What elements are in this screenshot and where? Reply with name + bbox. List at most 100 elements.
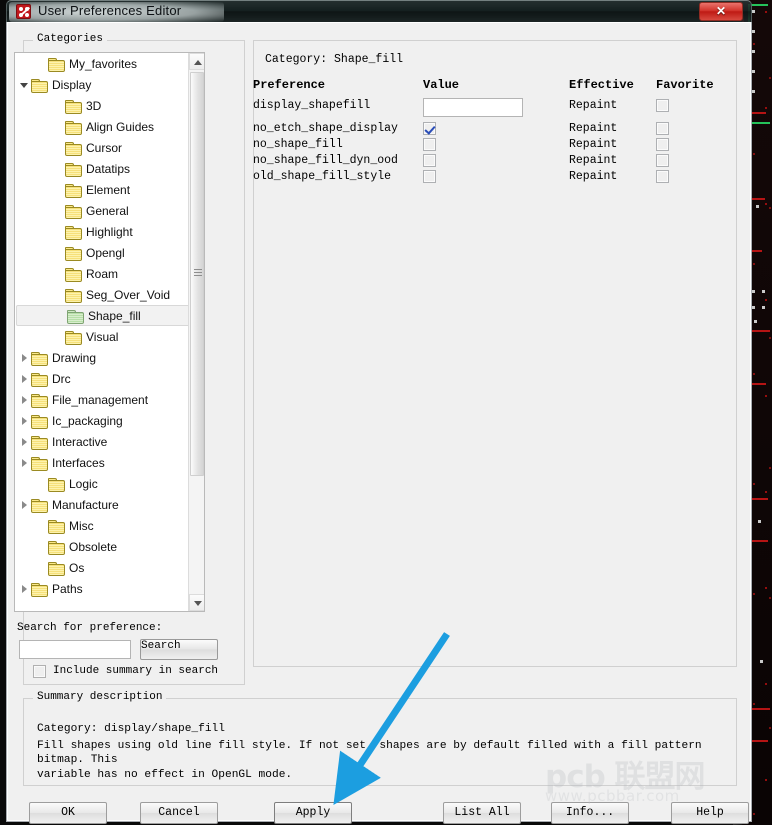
- search-label: Search for preference:: [17, 622, 163, 634]
- favorite-checkbox[interactable]: [656, 170, 669, 183]
- window-title: User Preferences Editor: [38, 3, 182, 18]
- list-all-button[interactable]: List All: [443, 802, 521, 824]
- chevron-right-icon[interactable]: [19, 352, 31, 364]
- preference-value-checkbox[interactable]: [423, 122, 436, 135]
- cancel-button[interactable]: Cancel: [140, 802, 218, 824]
- tree-item-display[interactable]: Display: [15, 74, 204, 95]
- apply-button[interactable]: Apply: [274, 802, 352, 824]
- include-summary-label: Include summary in search: [53, 665, 219, 677]
- tree-item-highlight[interactable]: Highlight: [15, 221, 204, 242]
- preference-effective: Repaint: [569, 138, 618, 151]
- tree-item-label: Ic_packaging: [52, 413, 123, 428]
- tree-item-seg-over-void[interactable]: Seg_Over_Void: [15, 284, 204, 305]
- tree-item-os[interactable]: Os: [15, 557, 204, 578]
- favorite-checkbox[interactable]: [656, 99, 669, 112]
- chevron-down-icon[interactable]: [19, 79, 31, 91]
- tree-item-interactive[interactable]: Interactive: [15, 431, 204, 452]
- tree-item-my-favorites[interactable]: My_favorites: [15, 53, 204, 74]
- folder-icon: [31, 414, 48, 429]
- folder-icon: [67, 309, 84, 324]
- tree-item-misc[interactable]: Misc: [15, 515, 204, 536]
- tree-item-paths[interactable]: Paths: [15, 578, 204, 599]
- tree-item-label: Align Guides: [86, 119, 155, 134]
- folder-icon: [31, 582, 48, 597]
- tree-item-label: Visual: [86, 329, 119, 344]
- preference-value-checkbox[interactable]: [423, 170, 436, 183]
- preference-value-checkbox[interactable]: [423, 154, 436, 167]
- preference-value-input[interactable]: [423, 97, 523, 117]
- info-button[interactable]: Info...: [551, 802, 629, 824]
- categories-legend: Categories: [33, 33, 108, 45]
- chevron-right-icon[interactable]: [19, 457, 31, 469]
- tree-item-cursor[interactable]: Cursor: [15, 137, 204, 158]
- folder-icon: [31, 78, 48, 93]
- favorite-checkbox[interactable]: [656, 122, 669, 135]
- tree-item-shape-fill[interactable]: Shape_fill: [16, 305, 201, 326]
- tree-item-obsolete[interactable]: Obsolete: [15, 536, 204, 557]
- tree-item-drc[interactable]: Drc: [15, 368, 204, 389]
- tree-item-datatips[interactable]: Datatips: [15, 158, 204, 179]
- tree-item-label: Interactive: [52, 434, 108, 449]
- tree-item-roam[interactable]: Roam: [15, 263, 204, 284]
- scrollbar-thumb[interactable]: [190, 72, 204, 476]
- help-button[interactable]: Help: [671, 802, 749, 824]
- tree-item-label: Shape_fill: [88, 308, 141, 323]
- tree-item-drawing[interactable]: Drawing: [15, 347, 204, 368]
- tree-item-label: Os: [69, 560, 85, 575]
- tree-item-label: Highlight: [86, 224, 133, 239]
- tree-item-general[interactable]: General: [15, 200, 204, 221]
- tree-item-manufacture[interactable]: Manufacture: [15, 494, 204, 515]
- folder-icon: [65, 330, 82, 345]
- tree-item-element[interactable]: Element: [15, 179, 204, 200]
- tree-item-align-guides[interactable]: Align Guides: [15, 116, 204, 137]
- chevron-right-icon[interactable]: [19, 499, 31, 511]
- tree-item-ic-packaging[interactable]: Ic_packaging: [15, 410, 204, 431]
- scroll-up-button[interactable]: [189, 53, 204, 70]
- chevron-right-icon[interactable]: [19, 436, 31, 448]
- folder-icon: [48, 561, 65, 576]
- categories-tree-list: My_favorites Display 3D Align Guides Cursor D…: [15, 53, 204, 599]
- tree-item-file-management[interactable]: File_management: [15, 389, 204, 410]
- close-button[interactable]: ✕: [699, 2, 743, 21]
- ok-button[interactable]: OK: [29, 802, 107, 824]
- tree-item-3d[interactable]: 3D: [15, 95, 204, 116]
- tree-item-opengl[interactable]: Opengl: [15, 242, 204, 263]
- folder-icon: [65, 225, 82, 240]
- window-titlebar: User Preferences Editor ✕: [6, 0, 752, 22]
- include-summary-checkbox[interactable]: [33, 665, 46, 678]
- tree-item-label: Seg_Over_Void: [86, 287, 171, 302]
- preference-effective: Repaint: [569, 99, 618, 112]
- preference-row: no_shape_fill_dyn_ood Repaint: [253, 154, 737, 170]
- chevron-right-icon[interactable]: [19, 394, 31, 406]
- summary-description-line2: variable has no effect in OpenGL mode.: [37, 768, 293, 781]
- preference-value-checkbox[interactable]: [423, 138, 436, 151]
- search-input[interactable]: [19, 640, 131, 659]
- preferences-table-header: Preference Value Effective Favorite: [253, 78, 737, 94]
- categories-tree[interactable]: My_favorites Display 3D Align Guides Cursor D…: [14, 52, 205, 612]
- favorite-checkbox[interactable]: [656, 154, 669, 167]
- scroll-down-button[interactable]: [189, 594, 204, 611]
- column-header-favorite: Favorite: [656, 78, 714, 92]
- preference-name: no_shape_fill_dyn_ood: [253, 154, 398, 167]
- tree-item-visual[interactable]: Visual: [15, 326, 204, 347]
- folder-icon: [31, 435, 48, 450]
- search-button[interactable]: Search: [140, 639, 218, 660]
- preference-name: no_etch_shape_display: [253, 122, 398, 135]
- chevron-right-icon[interactable]: [19, 373, 31, 385]
- tree-item-label: Roam: [86, 266, 119, 281]
- column-header-preference: Preference: [253, 78, 326, 92]
- tree-item-interfaces[interactable]: Interfaces: [15, 452, 204, 473]
- chevron-right-icon[interactable]: [19, 583, 31, 595]
- chevron-right-icon[interactable]: [19, 415, 31, 427]
- tree-item-label: Display: [52, 77, 92, 92]
- tree-scrollbar[interactable]: [188, 53, 204, 611]
- favorite-checkbox[interactable]: [656, 138, 669, 151]
- tree-item-logic[interactable]: Logic: [15, 473, 204, 494]
